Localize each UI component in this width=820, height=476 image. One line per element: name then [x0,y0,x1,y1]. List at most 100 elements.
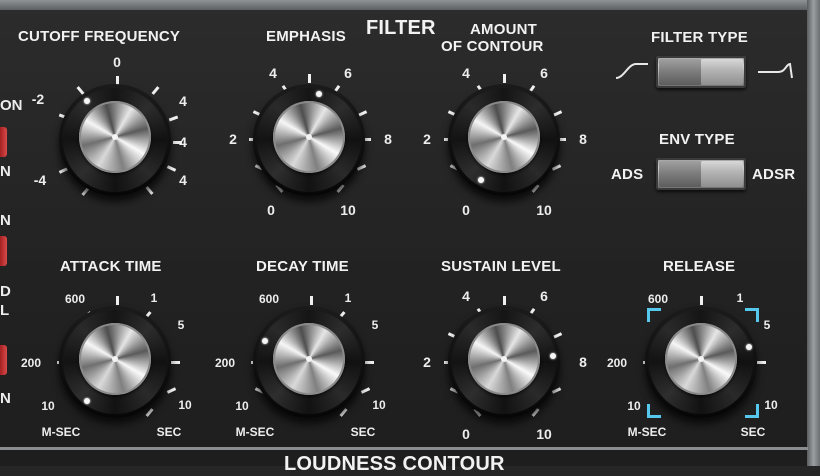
release-tick-label-600: 600 [647,292,669,306]
knob-cap [468,323,540,395]
sustain-tick-label-0: 0 [462,426,470,442]
contour-tick-label-8: 8 [579,131,587,147]
cutoff-position-indicator [84,98,90,104]
decay-unit-msec: M-SEC [235,425,275,439]
right-frame-rail [807,0,820,466]
emphasis-tick-label-0: 0 [267,202,275,218]
release-tick [700,296,703,305]
focus-bracket-bottom-left [647,404,661,418]
release-tick-label-10-ms: 10 [627,399,641,413]
emphasis-tick [308,74,311,83]
bottom-divider [0,447,808,450]
contour-tick [503,74,506,83]
sustain-tick-label-10: 10 [536,426,552,442]
cutoff-frequency-label: CUTOFF FREQUENCY [18,28,181,45]
cutoff-tick [173,141,182,144]
attack-unit-sec: SEC [156,425,182,439]
decay-tick-label-5: 5 [371,318,379,332]
left-edge-label-n1: N [0,163,11,180]
emphasis-tick-label-10: 10 [340,202,356,218]
contour-tick-label-2: 2 [423,131,431,147]
left-edge-led-3[interactable] [0,345,7,375]
focus-bracket-top-right [745,308,759,322]
switch-half-right [701,59,743,85]
sustain-tick-label-8: 8 [579,354,587,370]
sustain-level-knob[interactable] [448,306,560,418]
decay-tick-label-1: 1 [344,291,352,305]
attack-tick-label-10-sec: 10 [178,398,192,412]
left-edge-label-n3: N [0,390,11,407]
sustain-tick-label-2: 2 [423,354,431,370]
release-unit-sec: SEC [740,425,766,439]
lowpass-curve-icon [615,63,648,79]
knob-cap [468,101,540,173]
cutoff-tick-label-0: 0 [113,54,121,70]
cutoff-tick-label-4-upper: 4 [179,93,187,109]
top-frame [0,0,820,10]
attack-time-label: ATTACK TIME [60,258,162,275]
release-knob[interactable] [645,306,757,418]
attack-tick-label-10-ms: 10 [41,399,55,413]
release-position-indicator [746,344,752,350]
attack-tick [116,296,119,305]
emphasis-tick-label-4: 4 [269,65,277,81]
contour-tick-label-0: 0 [462,202,470,218]
sustain-tick-label-4: 4 [462,288,470,304]
focus-bracket-top-left [647,308,661,322]
filter-type-switch[interactable] [656,56,746,88]
filter-type-label: FILTER TYPE [651,29,748,46]
contour-label-line1: AMOUNT [470,21,538,38]
left-edge-led-1[interactable] [0,127,7,157]
release-tick-label-10-sec: 10 [764,398,778,412]
knob-cap [79,101,151,173]
attack-tick-label-1: 1 [150,291,158,305]
contour-tick-label-10: 10 [536,202,552,218]
left-edge-label-l: L [0,302,10,319]
decay-tick-label-200: 200 [214,356,236,370]
sustain-tick [503,296,506,305]
release-unit-msec: M-SEC [627,425,667,439]
env-type-switch[interactable] [656,158,746,190]
env-type-ads-label: ADS [611,166,644,183]
left-edge-led-2[interactable] [0,236,7,266]
attack-time-knob[interactable] [59,306,171,418]
release-tick-label-1: 1 [736,291,744,305]
cutoff-tick-label-neg2: -2 [31,91,45,107]
left-edge-label-on: ON [0,97,23,114]
env-type-label: ENV TYPE [659,131,735,148]
sustain-level-label: SUSTAIN LEVEL [441,258,561,275]
emphasis-tick-label-2: 2 [229,131,237,147]
decay-unit-sec: SEC [350,425,376,439]
switch-half-right [701,161,743,187]
sustain-position-indicator [550,353,556,359]
decay-tick-label-10-sec: 10 [372,398,386,412]
emphasis-label: EMPHASIS [266,28,346,45]
attack-tick-label-600: 600 [64,292,86,306]
attack-tick-label-5: 5 [177,318,185,332]
release-tick-label-5: 5 [763,318,771,332]
filter-section-title: FILTER [366,17,436,39]
sustain-tick-label-6: 6 [540,288,548,304]
decay-tick [310,296,313,305]
emphasis-knob[interactable] [253,84,365,196]
decay-tick-label-600: 600 [258,292,280,306]
highpass-curve-icon [758,62,793,79]
emphasis-tick-label-6: 6 [344,65,352,81]
release-label: RELEASE [663,258,736,275]
cutoff-tick-label-4-lower: 4 [179,172,187,188]
amount-of-contour-knob[interactable] [448,84,560,196]
decay-position-indicator [262,338,268,344]
contour-tick-label-6: 6 [540,65,548,81]
contour-tick-label-4: 4 [462,65,470,81]
emphasis-position-indicator [316,91,322,97]
knob-cap [273,101,345,173]
contour-label-line2: OF CONTOUR [441,38,544,55]
knob-cap [79,323,151,395]
switch-half-left [659,59,701,85]
attack-tick [171,361,180,364]
decay-time-knob[interactable] [253,306,365,418]
release-tick-label-200: 200 [606,356,628,370]
switch-half-left [659,161,701,187]
emphasis-tick-label-8: 8 [384,131,392,147]
cutoff-frequency-knob[interactable] [59,84,171,196]
